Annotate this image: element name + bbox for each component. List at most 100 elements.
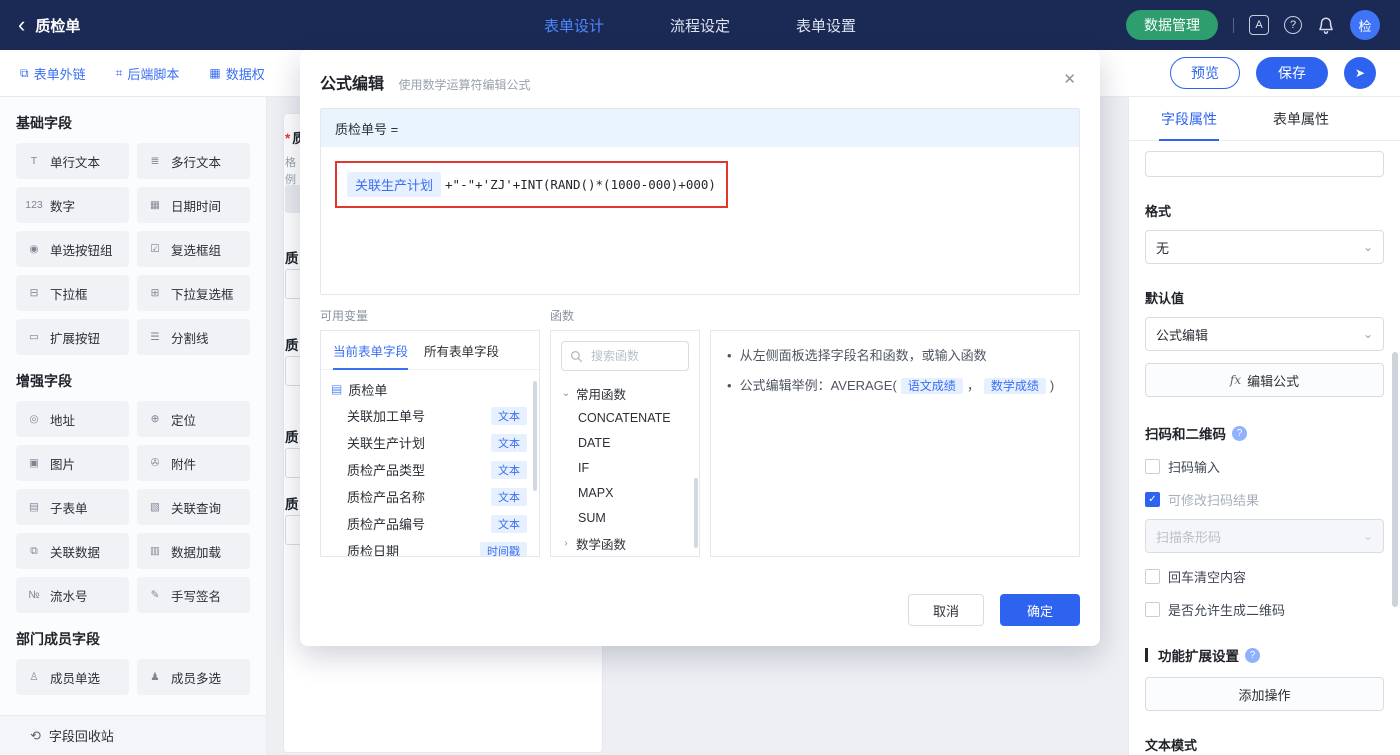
function-item[interactable]: SUM bbox=[551, 506, 699, 531]
field-chip[interactable]: ▦ 日期时间 bbox=[137, 187, 250, 223]
formula-input-area[interactable]: 关联生产计划 +"-"+'ZJ'+INT(RAND()*(1000-000)+0… bbox=[321, 147, 1079, 294]
function-search-box[interactable] bbox=[561, 341, 689, 371]
variables-scrollbar[interactable] bbox=[533, 381, 537, 491]
modal-title: 公式编辑 bbox=[320, 76, 385, 93]
bullet-icon: • bbox=[727, 348, 732, 363]
function-item[interactable]: MAPX bbox=[551, 481, 699, 506]
formula-expression[interactable]: +"-"+'ZJ'+INT(RAND()*(1000-000)+000) bbox=[445, 177, 716, 192]
checkbox-unchecked[interactable] bbox=[1145, 569, 1160, 584]
toolbar-link[interactable]: ⌗ 后端脚本 bbox=[116, 64, 180, 83]
clipped-title-input[interactable] bbox=[1145, 151, 1384, 177]
field-chip-label: 下拉复选框 bbox=[171, 287, 234, 302]
field-type-icon: ◉ bbox=[29, 243, 39, 255]
help-icon[interactable]: ? bbox=[1232, 425, 1247, 441]
help-icon[interactable]: ? bbox=[1245, 647, 1260, 663]
allow-qr-checkbox-row[interactable]: 是否允许生成二维码 bbox=[1145, 600, 1384, 619]
default-value-select[interactable]: 公式编辑 ⌄ bbox=[1145, 317, 1384, 351]
cancel-button[interactable]: 取消 bbox=[908, 594, 984, 626]
field-chip[interactable]: ▧ 关联查询 bbox=[137, 489, 250, 525]
scan-editable-checkbox-row[interactable]: ✓ 可修改扫码结果 bbox=[1145, 490, 1384, 509]
confirm-button[interactable]: 确定 bbox=[1000, 594, 1080, 626]
field-chip[interactable]: ✇ 附件 bbox=[137, 445, 250, 481]
example-field-chip: 数学成绩 bbox=[983, 378, 1046, 394]
back-icon[interactable]: ‹ bbox=[18, 14, 25, 36]
chevron-right-icon: › bbox=[564, 538, 568, 549]
tab-form-properties[interactable]: 表单属性 bbox=[1271, 97, 1331, 140]
scan-input-checkbox-row[interactable]: 扫码输入 bbox=[1145, 457, 1384, 476]
tab-field-properties[interactable]: 字段属性 bbox=[1159, 97, 1219, 141]
toolbar-link-icon: ▦ bbox=[209, 66, 221, 80]
field-reference-chip[interactable]: 关联生产计划 bbox=[347, 172, 442, 197]
avatar[interactable]: 检 bbox=[1350, 10, 1380, 40]
function-item[interactable]: IF bbox=[551, 456, 699, 481]
checkbox-unchecked[interactable] bbox=[1145, 459, 1160, 474]
field-type-icon: ✎ bbox=[150, 589, 160, 601]
data-manage-button[interactable]: 数据管理 bbox=[1126, 10, 1218, 40]
field-chip[interactable]: ☰ 分割线 bbox=[137, 319, 250, 355]
section-title-basic-fields: 基础字段 bbox=[16, 115, 72, 131]
language-icon[interactable]: A bbox=[1249, 15, 1269, 35]
bell-icon[interactable] bbox=[1317, 16, 1335, 34]
tab-current-form-fields[interactable]: 当前表单字段 bbox=[333, 331, 409, 370]
add-action-button[interactable]: 添加操作 bbox=[1145, 677, 1384, 711]
tab-form-setting[interactable]: 表单设置 bbox=[796, 15, 856, 36]
field-chip[interactable]: № 流水号 bbox=[16, 577, 129, 613]
section-title-member-fields: 部门成员字段 bbox=[16, 631, 100, 647]
field-chip[interactable]: ▭ 扩展按钮 bbox=[16, 319, 129, 355]
function-group-common[interactable]: ⌄ 常用函数 bbox=[551, 381, 699, 406]
toolbar-link[interactable]: ⧉ 表单外链 bbox=[20, 64, 86, 83]
field-chip[interactable]: ⊞ 下拉复选框 bbox=[137, 275, 250, 311]
field-chip[interactable]: ◉ 单选按钮组 bbox=[16, 231, 129, 267]
function-item[interactable]: CONCATENATE bbox=[551, 406, 699, 431]
format-select[interactable]: 无 ⌄ bbox=[1145, 230, 1384, 264]
field-chip[interactable]: 123 数字 bbox=[16, 187, 129, 223]
field-type-icon: № bbox=[28, 589, 40, 601]
toolbar-link[interactable]: ▦ 数据权 bbox=[209, 64, 264, 83]
help-icon[interactable]: ? bbox=[1284, 16, 1302, 34]
variable-name: 关联加工单号 bbox=[347, 409, 426, 424]
field-chip[interactable]: ⊕ 定位 bbox=[137, 401, 250, 437]
field-chip[interactable]: ▣ 图片 bbox=[16, 445, 129, 481]
field-chip[interactable]: ▤ 子表单 bbox=[16, 489, 129, 525]
variable-row[interactable]: 质检产品名称 文本 bbox=[321, 483, 539, 510]
field-chip[interactable]: ⊟ 下拉框 bbox=[16, 275, 129, 311]
variable-row[interactable]: 质检产品类型 文本 bbox=[321, 456, 539, 483]
field-chip[interactable]: ◎ 地址 bbox=[16, 401, 129, 437]
functions-panel: ⌄ 常用函数 CONCATENATEDATEIFMAPXSUM › 数学函数 ›… bbox=[550, 330, 700, 557]
field-chip[interactable]: ♟ 成员多选 bbox=[137, 659, 250, 695]
field-chip[interactable]: ☑ 复选框组 bbox=[137, 231, 250, 267]
variable-row[interactable]: 关联生产计划 文本 bbox=[321, 429, 539, 456]
enter-clear-checkbox-row[interactable]: 回车清空内容 bbox=[1145, 567, 1384, 586]
edit-formula-button[interactable]: fx 编辑公式 bbox=[1145, 363, 1384, 397]
share-button[interactable]: ➤ bbox=[1344, 57, 1376, 89]
close-icon[interactable]: ✕ bbox=[1063, 70, 1076, 88]
panel-scrollbar[interactable] bbox=[1392, 352, 1398, 607]
preview-button[interactable]: 预览 bbox=[1170, 57, 1240, 89]
form-tree-node[interactable]: ▤ 质检单 bbox=[321, 376, 539, 402]
checkbox-unchecked[interactable] bbox=[1145, 602, 1160, 617]
function-search-input[interactable] bbox=[589, 348, 679, 364]
checkbox-checked[interactable]: ✓ bbox=[1145, 492, 1160, 507]
tab-flow-setting[interactable]: 流程设定 bbox=[670, 15, 730, 36]
function-group-math[interactable]: › 数学函数 bbox=[551, 531, 699, 556]
functions-panel-label: 函数 bbox=[550, 309, 575, 323]
function-item[interactable]: DATE bbox=[551, 431, 699, 456]
functions-scrollbar[interactable] bbox=[694, 478, 698, 548]
variables-panel: 当前表单字段 所有表单字段 ▤ 质检单 关联加工单号 文本 关联生产计划 文本 bbox=[320, 330, 540, 557]
tab-all-form-fields[interactable]: 所有表单字段 bbox=[424, 331, 499, 369]
toolbar-links: ⧉ 表单外链 ⌗ 后端脚本 ▦ 数据权 bbox=[20, 64, 265, 83]
save-button[interactable]: 保存 bbox=[1256, 57, 1328, 89]
tab-form-design[interactable]: 表单设计 bbox=[544, 15, 604, 36]
document-icon: ▤ bbox=[331, 382, 343, 396]
field-chip[interactable]: ▥ 数据加载 bbox=[137, 533, 250, 569]
field-recycle-bin[interactable]: ⟲ 字段回收站 bbox=[0, 715, 266, 755]
variable-row[interactable]: 质检日期 时间戳 bbox=[321, 537, 539, 556]
field-chip[interactable]: ♙ 成员单选 bbox=[16, 659, 129, 695]
field-chip[interactable]: ≣ 多行文本 bbox=[137, 143, 250, 179]
function-group-text[interactable]: › 文本函数 bbox=[551, 556, 699, 557]
field-chip[interactable]: T 单行文本 bbox=[16, 143, 129, 179]
variable-row[interactable]: 质检产品编号 文本 bbox=[321, 510, 539, 537]
field-chip[interactable]: ⧉ 关联数据 bbox=[16, 533, 129, 569]
field-chip[interactable]: ✎ 手写签名 bbox=[137, 577, 250, 613]
variable-row[interactable]: 关联加工单号 文本 bbox=[321, 402, 539, 429]
